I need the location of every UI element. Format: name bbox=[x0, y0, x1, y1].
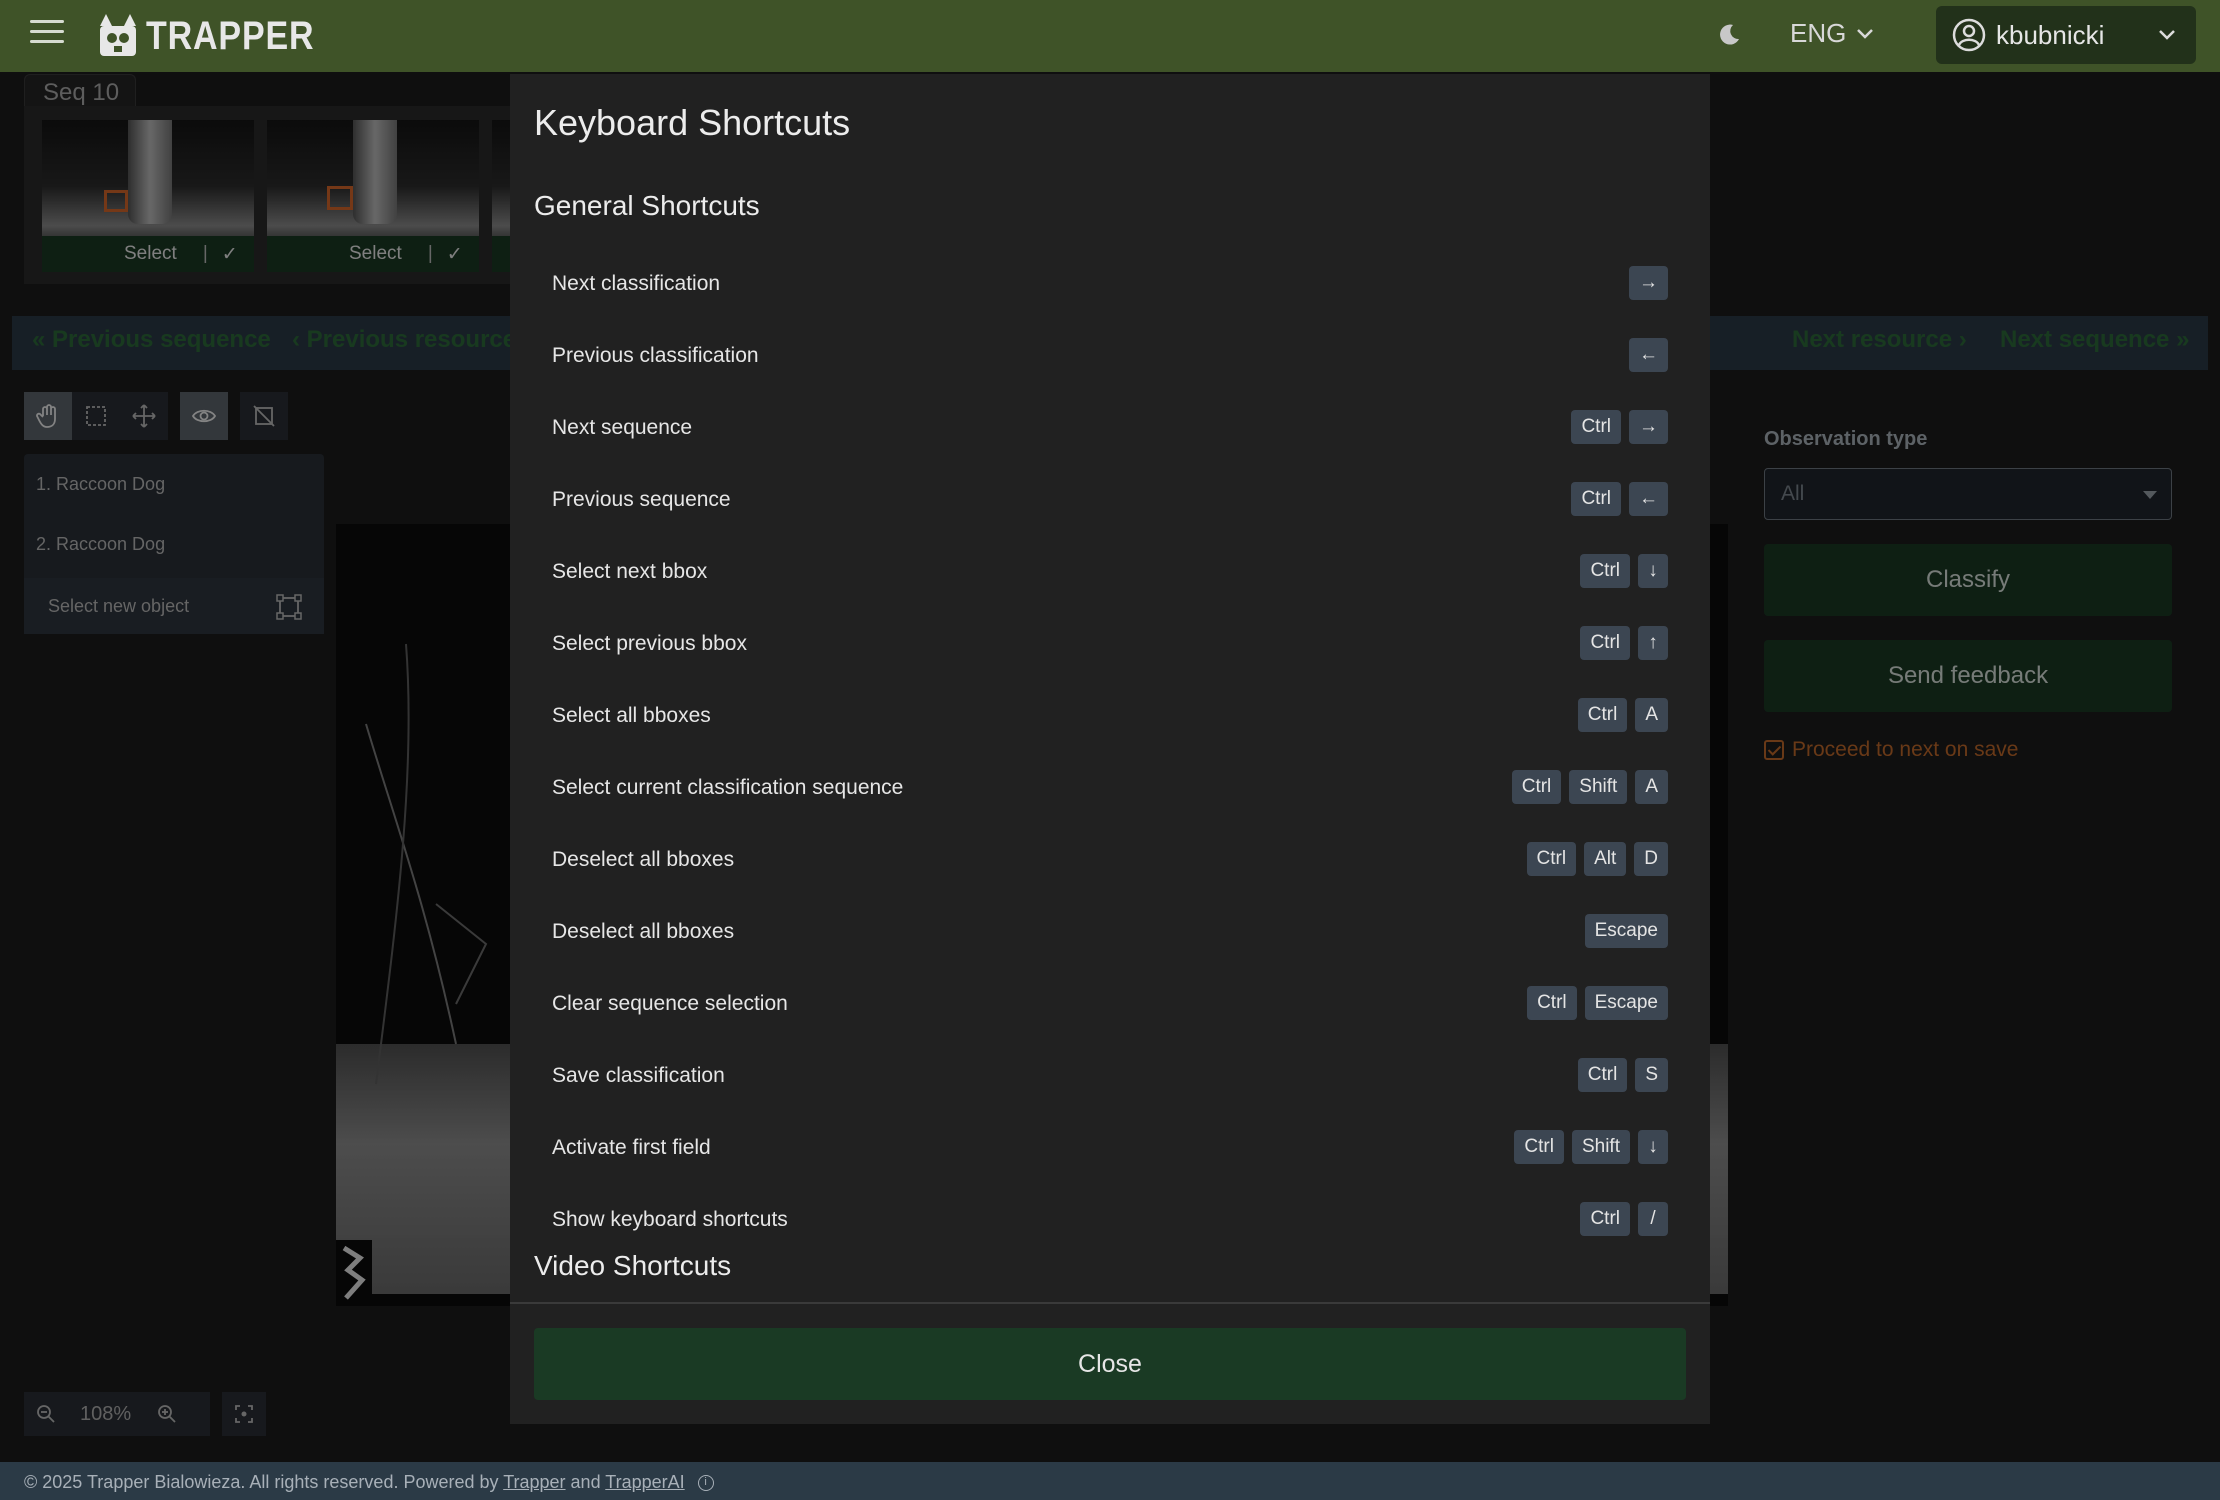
info-icon[interactable]: i bbox=[697, 1475, 714, 1492]
menu-icon[interactable] bbox=[30, 20, 64, 44]
shortcut-row: Select current classification sequence Ct… bbox=[552, 770, 1668, 810]
shortcut-keys: Ctrl Shift ↓ bbox=[1514, 1130, 1668, 1164]
key-badge: ↑ bbox=[1638, 626, 1668, 660]
key-badge: Escape bbox=[1584, 914, 1668, 948]
key-badge: → bbox=[1629, 410, 1668, 444]
shortcut-keys: Ctrl Escape bbox=[1527, 986, 1668, 1020]
key-badge: ← bbox=[1629, 482, 1668, 516]
shortcut-label: Next classification bbox=[552, 272, 721, 295]
shortcut-row: Clear sequence selection Ctrl Escape bbox=[552, 986, 1668, 1026]
key-badge: ↓ bbox=[1638, 554, 1668, 588]
shortcut-label: Activate first field bbox=[552, 1136, 711, 1159]
shortcut-label: Deselect all bboxes bbox=[552, 848, 735, 871]
chevron-down-icon bbox=[2159, 30, 2175, 40]
key-badge: Shift bbox=[1569, 770, 1628, 804]
username: kbubnicki bbox=[1996, 19, 2105, 50]
shortcut-label: Save classification bbox=[552, 1064, 725, 1087]
key-badge: Ctrl bbox=[1580, 1202, 1630, 1236]
key-badge: A bbox=[1635, 698, 1668, 732]
user-avatar-icon bbox=[1952, 18, 1986, 52]
footer-text: © 2025 Trapper Bialowieza. All rights re… bbox=[24, 1472, 504, 1492]
shortcut-keys: Ctrl A bbox=[1577, 698, 1668, 732]
key-badge: Shift bbox=[1571, 1130, 1630, 1164]
shortcut-label: Deselect all bboxes bbox=[552, 920, 735, 943]
shortcut-row: Activate first field Ctrl Shift ↓ bbox=[552, 1130, 1668, 1170]
shortcut-label: Select current classification sequence bbox=[552, 776, 904, 799]
shortcut-keys: ← bbox=[1629, 338, 1668, 372]
language-label: ENG bbox=[1790, 18, 1847, 48]
shortcut-keys: Ctrl ↑ bbox=[1580, 626, 1668, 660]
shortcut-label: Select all bboxes bbox=[552, 704, 711, 727]
footer-and: and bbox=[565, 1472, 606, 1492]
shortcut-keys: Ctrl S bbox=[1577, 1058, 1668, 1092]
trapper-link[interactable]: Trapper bbox=[503, 1472, 565, 1492]
shortcut-keys: Ctrl ← bbox=[1571, 482, 1668, 516]
key-badge: Ctrl bbox=[1526, 842, 1577, 876]
shortcut-row: Show keyboard shortcuts Ctrl / bbox=[552, 1202, 1668, 1242]
chevron-down-icon bbox=[1857, 28, 1874, 39]
shortcut-row: Save classification Ctrl S bbox=[552, 1058, 1668, 1098]
shortcut-row: Select next bbox Ctrl ↓ bbox=[552, 554, 1668, 594]
language-selector[interactable]: ENG bbox=[1790, 18, 1874, 49]
shortcut-label: Show keyboard shortcuts bbox=[552, 1208, 788, 1231]
key-badge: Alt bbox=[1584, 842, 1627, 876]
key-badge: S bbox=[1635, 1058, 1668, 1092]
key-badge: ← bbox=[1629, 338, 1668, 372]
key-badge: Ctrl bbox=[1580, 626, 1630, 660]
key-badge: Escape bbox=[1584, 986, 1668, 1020]
general-shortcuts-heading: General Shortcuts bbox=[534, 190, 760, 221]
video-shortcuts-heading: Video Shortcuts bbox=[534, 1250, 732, 1281]
shortcut-keys: Ctrl / bbox=[1580, 1202, 1668, 1236]
app-logo[interactable]: TRAPPER bbox=[94, 12, 344, 60]
key-badge: A bbox=[1635, 770, 1668, 804]
key-badge: Ctrl bbox=[1511, 770, 1562, 804]
shortcut-keys: Ctrl Alt D bbox=[1526, 842, 1668, 876]
keyboard-shortcuts-modal: Keyboard Shortcuts General Shortcuts Nex… bbox=[510, 74, 1710, 1424]
trapper-logo-icon bbox=[100, 14, 136, 56]
shortcut-label: Previous sequence bbox=[552, 488, 731, 511]
user-menu-button[interactable]: kbubnicki bbox=[1936, 6, 2196, 64]
key-badge: Ctrl bbox=[1577, 698, 1628, 732]
shortcut-row: Deselect all bboxes Ctrl Alt D bbox=[552, 842, 1668, 882]
shortcut-keys: Ctrl Shift A bbox=[1511, 770, 1668, 804]
shortcut-row: Select all bboxes Ctrl A bbox=[552, 698, 1668, 738]
close-button[interactable]: Close bbox=[534, 1328, 1686, 1400]
shortcut-label: Clear sequence selection bbox=[552, 992, 788, 1015]
key-badge: Ctrl bbox=[1571, 482, 1621, 516]
shortcut-row: Select previous bbox Ctrl ↑ bbox=[552, 626, 1668, 666]
shortcut-label: Select previous bbox bbox=[552, 632, 747, 655]
modal-title: Keyboard Shortcuts bbox=[534, 102, 851, 143]
shortcut-label: Previous classification bbox=[552, 344, 759, 367]
key-badge: ↓ bbox=[1638, 1130, 1668, 1164]
moon-icon bbox=[1720, 24, 1739, 45]
shortcut-row: Previous sequence Ctrl ← bbox=[552, 482, 1668, 522]
shortcut-keys: Escape bbox=[1584, 914, 1668, 948]
top-bar: TRAPPER ENG kbubnicki bbox=[0, 0, 2220, 72]
shortcut-row: Deselect all bboxes Escape bbox=[552, 914, 1668, 954]
app-name: TRAPPER bbox=[146, 13, 315, 58]
trapperai-link[interactable]: TrapperAI bbox=[605, 1472, 684, 1492]
modal-divider bbox=[510, 1302, 1710, 1304]
shortcut-label: Next sequence bbox=[552, 416, 693, 439]
shortcut-label: Select next bbox bbox=[552, 560, 708, 583]
shortcut-row: Next sequence Ctrl → bbox=[552, 410, 1668, 450]
key-badge: Ctrl bbox=[1580, 554, 1630, 588]
key-badge: Ctrl bbox=[1577, 1058, 1628, 1092]
key-badge: Ctrl bbox=[1514, 1130, 1564, 1164]
shortcut-row: Previous classification ← bbox=[552, 338, 1668, 378]
shortcut-row: Next classification → bbox=[552, 266, 1668, 306]
key-badge: Ctrl bbox=[1527, 986, 1577, 1020]
shortcut-keys: → bbox=[1629, 266, 1668, 300]
key-badge: D bbox=[1634, 842, 1668, 876]
shortcut-keys: Ctrl → bbox=[1571, 410, 1668, 444]
key-badge: → bbox=[1629, 266, 1668, 300]
key-badge: Ctrl bbox=[1571, 410, 1621, 444]
footer: © 2025 Trapper Bialowieza. All rights re… bbox=[0, 1462, 2220, 1500]
key-badge: / bbox=[1638, 1202, 1668, 1236]
shortcut-keys: Ctrl ↓ bbox=[1580, 554, 1668, 588]
dark-mode-toggle[interactable] bbox=[1714, 20, 1744, 50]
